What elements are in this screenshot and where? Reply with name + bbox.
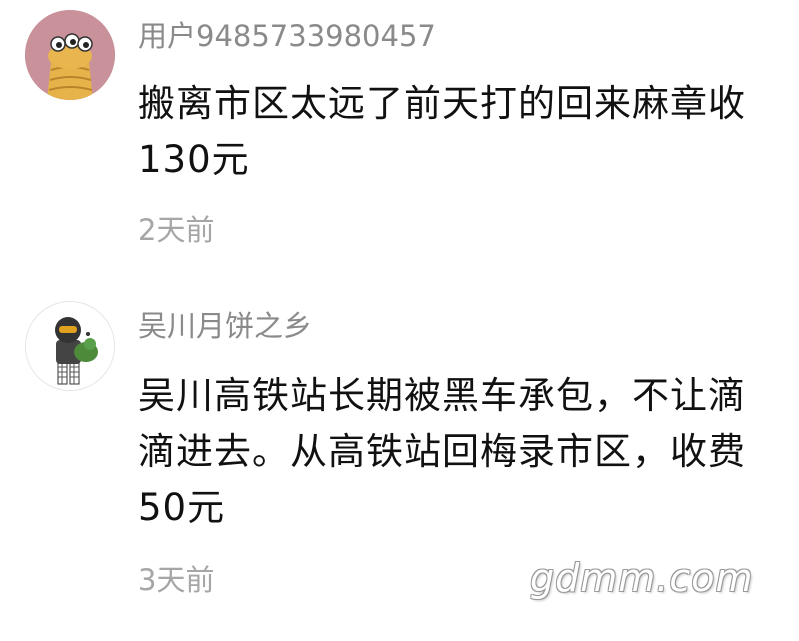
watermark: gdmm.com	[530, 556, 754, 600]
timestamp: 2天前	[138, 213, 215, 247]
avatar[interactable]	[25, 10, 115, 100]
timestamp: 3天前	[138, 563, 215, 597]
username[interactable]: 用户9485733980457	[138, 18, 436, 54]
cartoon-character-avatar-icon	[25, 10, 115, 100]
comment-text: 吴川高铁站长期被黑车承包，不让滴滴进去。从高铁站回梅录市区，收费50元	[138, 374, 746, 529]
helmet-figure-avatar-icon	[26, 302, 114, 390]
avatar[interactable]	[25, 301, 115, 391]
comment-text: 搬离市区太远了前天打的回来麻章收130元	[138, 82, 746, 181]
comment-item: 用户9485733980457 搬离市区太远了前天打的回来麻章收130元 2天前	[0, 0, 799, 290]
username[interactable]: 吴川月饼之乡	[138, 308, 312, 344]
